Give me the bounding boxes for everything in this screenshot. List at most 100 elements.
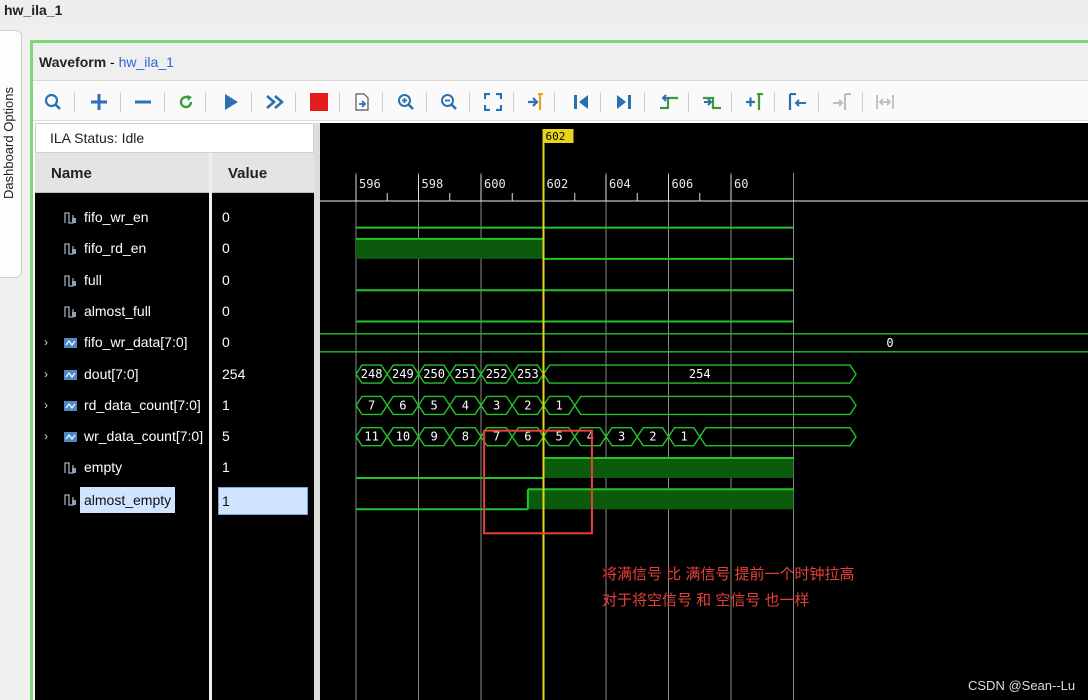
bus-value-label: 1 xyxy=(556,398,563,412)
signal-row[interactable]: full xyxy=(35,265,209,296)
signal-row[interactable]: almost_full xyxy=(35,296,209,327)
signal-value: 0 xyxy=(222,240,230,257)
bus-value-label: 253 xyxy=(517,367,539,381)
dashboard-options-tab[interactable]: Dashboard Options xyxy=(0,30,22,278)
bus-value-label: 252 xyxy=(486,367,508,381)
expand-chevron-icon[interactable]: › xyxy=(44,429,48,443)
signal-name: dout[7:0] xyxy=(84,365,139,382)
prev-marker-icon[interactable] xyxy=(786,90,810,114)
bus-value-label: 251 xyxy=(455,367,477,381)
waveform-canvas[interactable]: 596 598 600 602 604 606 60 0 248 249 250 251 252 253 2… xyxy=(320,123,1088,700)
signal-row[interactable]: empty xyxy=(35,452,209,483)
signal-value: 1 xyxy=(222,459,230,476)
panel-title-link[interactable]: hw_ila_1 xyxy=(119,54,174,70)
signal-value-row[interactable]: 5 xyxy=(212,421,314,452)
export-icon[interactable] xyxy=(350,90,374,114)
bus-value-label: 8 xyxy=(462,430,469,444)
waveform-svg: 596 598 600 602 604 606 600248 249 250 251 252 253 2… xyxy=(320,129,1088,700)
next-transition-icon[interactable] xyxy=(700,90,724,114)
add-marker-icon[interactable] xyxy=(524,90,548,114)
signal-row[interactable]: fifo_wr_en xyxy=(35,202,209,233)
bus-value-label: 2 xyxy=(524,398,531,412)
expand-chevron-icon[interactable]: › xyxy=(44,398,48,412)
plus-icon[interactable] xyxy=(87,90,111,114)
add-cursor-icon[interactable] xyxy=(743,90,767,114)
bus-value-label: 249 xyxy=(392,367,414,381)
signal-value-row[interactable]: 1 xyxy=(212,452,314,483)
signal-row[interactable]: › wr_data_count[7:0] xyxy=(35,421,209,452)
bus-signal-icon xyxy=(64,400,77,411)
signal-row[interactable]: › dout[7:0] xyxy=(35,359,209,390)
watermark: CSDN @Sean--Lu xyxy=(968,678,1076,693)
signal-value: 0 xyxy=(222,334,230,351)
minus-icon[interactable] xyxy=(131,90,155,114)
bus-value-label: 9 xyxy=(431,430,438,444)
signal-row[interactable]: almost_empty xyxy=(35,484,209,515)
next-marker-icon[interactable] xyxy=(830,90,854,114)
bus-segment xyxy=(573,395,857,416)
tick-label: 604 xyxy=(609,177,631,191)
bus-value-label: 3 xyxy=(493,398,500,412)
refresh-icon[interactable] xyxy=(174,90,198,114)
signal-value-row[interactable]: 0 xyxy=(212,202,314,233)
bus-signal-icon xyxy=(64,338,77,349)
cursor-label: 602 xyxy=(546,130,566,143)
signal-row[interactable]: fifo_rd_en xyxy=(35,233,209,264)
zoom-in-icon[interactable] xyxy=(394,90,418,114)
signal-name: empty xyxy=(84,459,123,476)
signal-value: 1 xyxy=(222,396,230,413)
panel-title-text: Waveform xyxy=(39,54,107,70)
signal-name: wr_data_count[7:0] xyxy=(84,428,204,445)
signal-value: 5 xyxy=(222,428,230,445)
bus-value-label: 5 xyxy=(556,430,563,444)
play-icon[interactable] xyxy=(219,90,243,114)
tick-label: 600 xyxy=(484,177,506,191)
name-column-header[interactable]: Name xyxy=(35,153,209,193)
zoom-out-icon[interactable] xyxy=(437,90,461,114)
signal-row[interactable]: › fifo_wr_data[7:0] xyxy=(35,327,209,358)
waveform-panel: Waveform - hw_ila_1 ILA Status: Idle Nam… xyxy=(30,40,1088,700)
bus-signal-icon xyxy=(64,369,77,380)
bit-signal-icon xyxy=(64,212,76,224)
signal-value-column: Value 0 0 0 0 0 254 1 5 1 1 xyxy=(212,153,314,700)
tick-label: 60 xyxy=(734,177,748,191)
signal-value-row[interactable]: 0 xyxy=(212,327,314,358)
signal-name: full xyxy=(84,271,102,288)
go-start-icon[interactable] xyxy=(569,90,593,114)
bus-value-label: 2 xyxy=(649,430,656,444)
signal-value-row[interactable]: 254 xyxy=(212,359,314,390)
signal-value-row[interactable]: 0 xyxy=(212,296,314,327)
window-title: hw_ila_1 xyxy=(0,0,1088,24)
panel-title-separator: - xyxy=(106,54,119,70)
fast-forward-icon[interactable] xyxy=(263,90,287,114)
bit-signal-icon xyxy=(64,462,76,475)
signal-name: rd_data_count[7:0] xyxy=(84,396,201,413)
stop-icon[interactable] xyxy=(307,90,331,114)
signal-value-row[interactable]: 1 xyxy=(212,484,314,515)
waveform-toolbar xyxy=(33,82,1088,121)
signal-value: 0 xyxy=(222,209,230,225)
signal-value-row[interactable]: 0 xyxy=(212,265,314,296)
signal-row[interactable]: › rd_data_count[7:0] xyxy=(35,390,209,421)
expand-chevron-icon[interactable]: › xyxy=(44,367,48,381)
annotation-line-1: 将满信号 比 满信号 提前一个时钟拉高 xyxy=(602,566,855,583)
value-column-header[interactable]: Value xyxy=(212,153,314,193)
expand-chevron-icon[interactable]: › xyxy=(44,335,48,349)
bus-signal-icon xyxy=(64,432,77,443)
signal-value: 254 xyxy=(222,365,246,382)
search-icon[interactable] xyxy=(41,90,65,114)
signal-name: fifo_wr_en xyxy=(84,209,149,225)
bus-value-label: 6 xyxy=(399,398,406,412)
signal-value-row[interactable]: 1 xyxy=(212,390,314,421)
signal-value-row[interactable]: 0 xyxy=(212,233,314,264)
bit-signal-icon xyxy=(64,306,76,318)
high-fill xyxy=(543,458,794,478)
high-fill xyxy=(527,489,794,510)
prev-transition-icon[interactable] xyxy=(657,90,681,114)
go-end-icon[interactable] xyxy=(612,90,636,114)
bus-value-label: 3 xyxy=(618,430,625,444)
ila-status: ILA Status: Idle xyxy=(35,123,314,153)
swap-cursors-icon[interactable] xyxy=(873,90,897,114)
bus-value-label: 4 xyxy=(462,398,469,412)
zoom-fit-icon[interactable] xyxy=(481,90,505,114)
